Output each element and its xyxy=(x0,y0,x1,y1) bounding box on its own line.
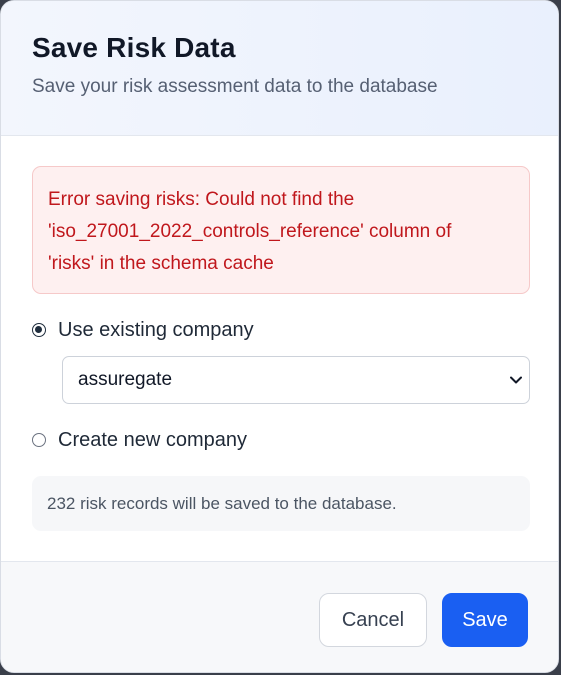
save-button[interactable]: Save xyxy=(442,593,528,647)
use-existing-company-radio[interactable] xyxy=(32,323,46,337)
company-select-value: assuregate xyxy=(78,369,173,390)
create-new-company-label: Create new company xyxy=(58,429,247,451)
save-risk-data-dialog: Save Risk Data Save your risk assessment… xyxy=(0,0,559,673)
create-new-company-radio[interactable] xyxy=(32,433,46,447)
chevron-down-icon xyxy=(509,373,523,387)
use-existing-company-label: Use existing company xyxy=(58,319,254,341)
error-message: Error saving risks: Could not find the '… xyxy=(32,166,530,294)
create-new-company-option[interactable]: Create new company xyxy=(32,428,527,452)
dialog-subtitle: Save your risk assessment data to the da… xyxy=(32,76,438,97)
records-info: 232 risk records will be saved to the da… xyxy=(32,476,530,531)
error-line-3: 'risks' in the schema cache xyxy=(48,253,274,274)
dialog-header: Save Risk Data Save your risk assessment… xyxy=(1,1,558,136)
error-line-2: 'iso_27001_2022_controls_reference' colu… xyxy=(48,221,452,242)
records-info-text: 232 risk records will be saved to the da… xyxy=(47,493,397,513)
cancel-button[interactable]: Cancel xyxy=(319,593,427,647)
error-line-1: Error saving risks: Could not find the xyxy=(48,189,355,210)
dialog-title: Save Risk Data xyxy=(32,32,236,63)
dialog-body: Error saving risks: Could not find the '… xyxy=(1,136,558,562)
company-select[interactable]: assuregate xyxy=(62,356,530,404)
use-existing-company-option[interactable]: Use existing company xyxy=(32,318,527,342)
dialog-footer: Cancel Save xyxy=(1,562,558,672)
